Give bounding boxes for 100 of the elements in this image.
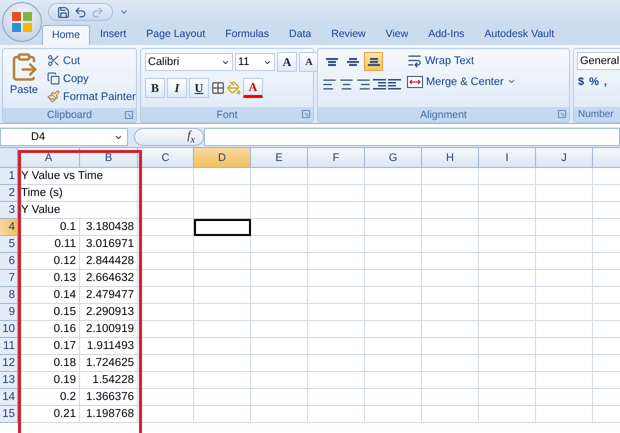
table-cell: 0.15 xyxy=(18,304,80,321)
ribbon-tab[interactable]: Review xyxy=(321,24,376,45)
align-right-icon[interactable] xyxy=(356,77,371,92)
table-cell xyxy=(365,253,422,270)
row-header[interactable]: 8 xyxy=(0,287,18,304)
borders-icon[interactable] xyxy=(211,81,225,95)
undo-icon[interactable] xyxy=(74,6,87,18)
font-name-field[interactable]: Calibri xyxy=(145,53,233,71)
save-icon[interactable] xyxy=(57,6,70,18)
grow-font-button[interactable]: A xyxy=(277,52,297,72)
caret-icon xyxy=(506,77,516,86)
paste-button[interactable]: Paste xyxy=(7,52,41,105)
table-cell xyxy=(308,202,365,219)
row-header[interactable]: 5 xyxy=(0,236,18,253)
merge-center-button[interactable]: Merge & Center xyxy=(405,73,518,90)
table-cell xyxy=(251,219,308,236)
table-cell xyxy=(536,406,593,423)
insert-function-button[interactable]: f$_{x}$ xyxy=(134,128,204,146)
italic-button[interactable]: I xyxy=(167,78,187,98)
table-cell xyxy=(479,168,536,185)
table-cell xyxy=(251,372,308,389)
column-header[interactable]: F xyxy=(308,148,365,168)
group-label: Number xyxy=(578,109,614,120)
table-cell xyxy=(422,389,479,406)
table-cell: 0.17 xyxy=(18,338,80,355)
table-cell xyxy=(308,321,365,338)
row-header[interactable]: 7 xyxy=(0,270,18,287)
table-cell: 0.12 xyxy=(18,253,80,270)
fill-color-icon[interactable] xyxy=(227,81,241,95)
row-header[interactable]: 15 xyxy=(0,406,18,423)
table-cell xyxy=(251,321,308,338)
ribbon-tab[interactable]: Formulas xyxy=(215,24,280,45)
align-center-icon[interactable] xyxy=(339,77,354,92)
row-header[interactable]: 13 xyxy=(0,372,18,389)
column-header[interactable]: E xyxy=(251,148,308,168)
number-format-field[interactable]: General xyxy=(577,52,620,70)
active-cell[interactable] xyxy=(194,219,251,236)
table-cell xyxy=(365,406,422,423)
ribbon-tab[interactable]: Home xyxy=(42,25,90,45)
table-cell xyxy=(479,253,536,270)
decrease-indent-icon[interactable] xyxy=(373,79,386,90)
column-header[interactable]: J xyxy=(536,148,593,168)
column-header[interactable]: C xyxy=(138,148,194,168)
percent-button[interactable]: % xyxy=(588,76,600,88)
format-painter-button[interactable]: Format Painter xyxy=(45,88,138,105)
table-cell xyxy=(251,270,308,287)
table-cell xyxy=(479,270,536,287)
table-cell: 2.664632 xyxy=(80,270,138,287)
table-cell: 0.2 xyxy=(18,389,80,406)
ribbon-tab[interactable]: Insert xyxy=(90,24,136,45)
bold-button[interactable]: B xyxy=(145,78,165,98)
underline-button[interactable]: U xyxy=(189,78,209,98)
column-header[interactable]: I xyxy=(479,148,536,168)
shrink-font-button[interactable]: A xyxy=(299,52,319,72)
currency-button[interactable]: $ xyxy=(577,76,586,88)
row-header[interactable]: 11 xyxy=(0,338,18,355)
table-cell xyxy=(251,202,308,219)
font-color-button[interactable]: A xyxy=(243,78,263,98)
ribbon-tab[interactable]: View xyxy=(376,24,418,45)
font-size-field[interactable]: 11 xyxy=(235,53,275,71)
table-cell xyxy=(365,338,422,355)
row-header[interactable]: 12 xyxy=(0,355,18,372)
table-cell xyxy=(251,253,308,270)
column-header[interactable]: H xyxy=(422,148,479,168)
table-cell: 0.18 xyxy=(18,355,80,372)
table-cell xyxy=(251,185,308,202)
row-header[interactable]: 1 xyxy=(0,168,18,185)
column-header[interactable]: G xyxy=(365,148,422,168)
ribbon-tab[interactable]: Add-Ins xyxy=(418,24,474,45)
row-header[interactable]: 10 xyxy=(0,321,18,338)
table-cell xyxy=(308,355,365,372)
table-cell xyxy=(138,168,194,185)
table-cell xyxy=(536,304,593,321)
increase-indent-icon[interactable] xyxy=(388,79,401,90)
align-top-icon xyxy=(326,58,338,66)
row-header[interactable]: 2 xyxy=(0,185,18,202)
align-left-icon[interactable] xyxy=(322,77,337,92)
row-header[interactable]: 9 xyxy=(0,304,18,321)
cut-button[interactable]: Cut xyxy=(45,52,138,69)
vertical-align-button[interactable] xyxy=(364,52,383,71)
formula-field[interactable] xyxy=(204,128,620,146)
table-cell xyxy=(365,219,422,236)
group-label: Clipboard xyxy=(47,109,92,121)
table-cell xyxy=(365,236,422,253)
wrap-text-button[interactable]: Wrap Text xyxy=(405,52,518,69)
ribbon-tab[interactable]: Data xyxy=(279,24,322,45)
comma-button[interactable]: , xyxy=(602,76,608,88)
row-header[interactable]: 3 xyxy=(0,202,18,219)
ribbon-tab[interactable]: Page Layout xyxy=(136,24,216,45)
table-cell xyxy=(536,338,593,355)
name-box[interactable]: D4 xyxy=(0,128,128,146)
row-header[interactable]: 6 xyxy=(0,253,18,270)
table-cell xyxy=(138,389,194,406)
table-cell xyxy=(365,321,422,338)
row-header[interactable]: 14 xyxy=(0,389,18,406)
ribbon-tab[interactable]: Autodesk Vault xyxy=(474,24,564,45)
column-header[interactable]: D xyxy=(194,148,251,168)
row-header[interactable]: 4 xyxy=(0,219,18,236)
copy-button[interactable]: Copy xyxy=(45,70,138,87)
table-cell: 3.016971 xyxy=(80,236,138,253)
